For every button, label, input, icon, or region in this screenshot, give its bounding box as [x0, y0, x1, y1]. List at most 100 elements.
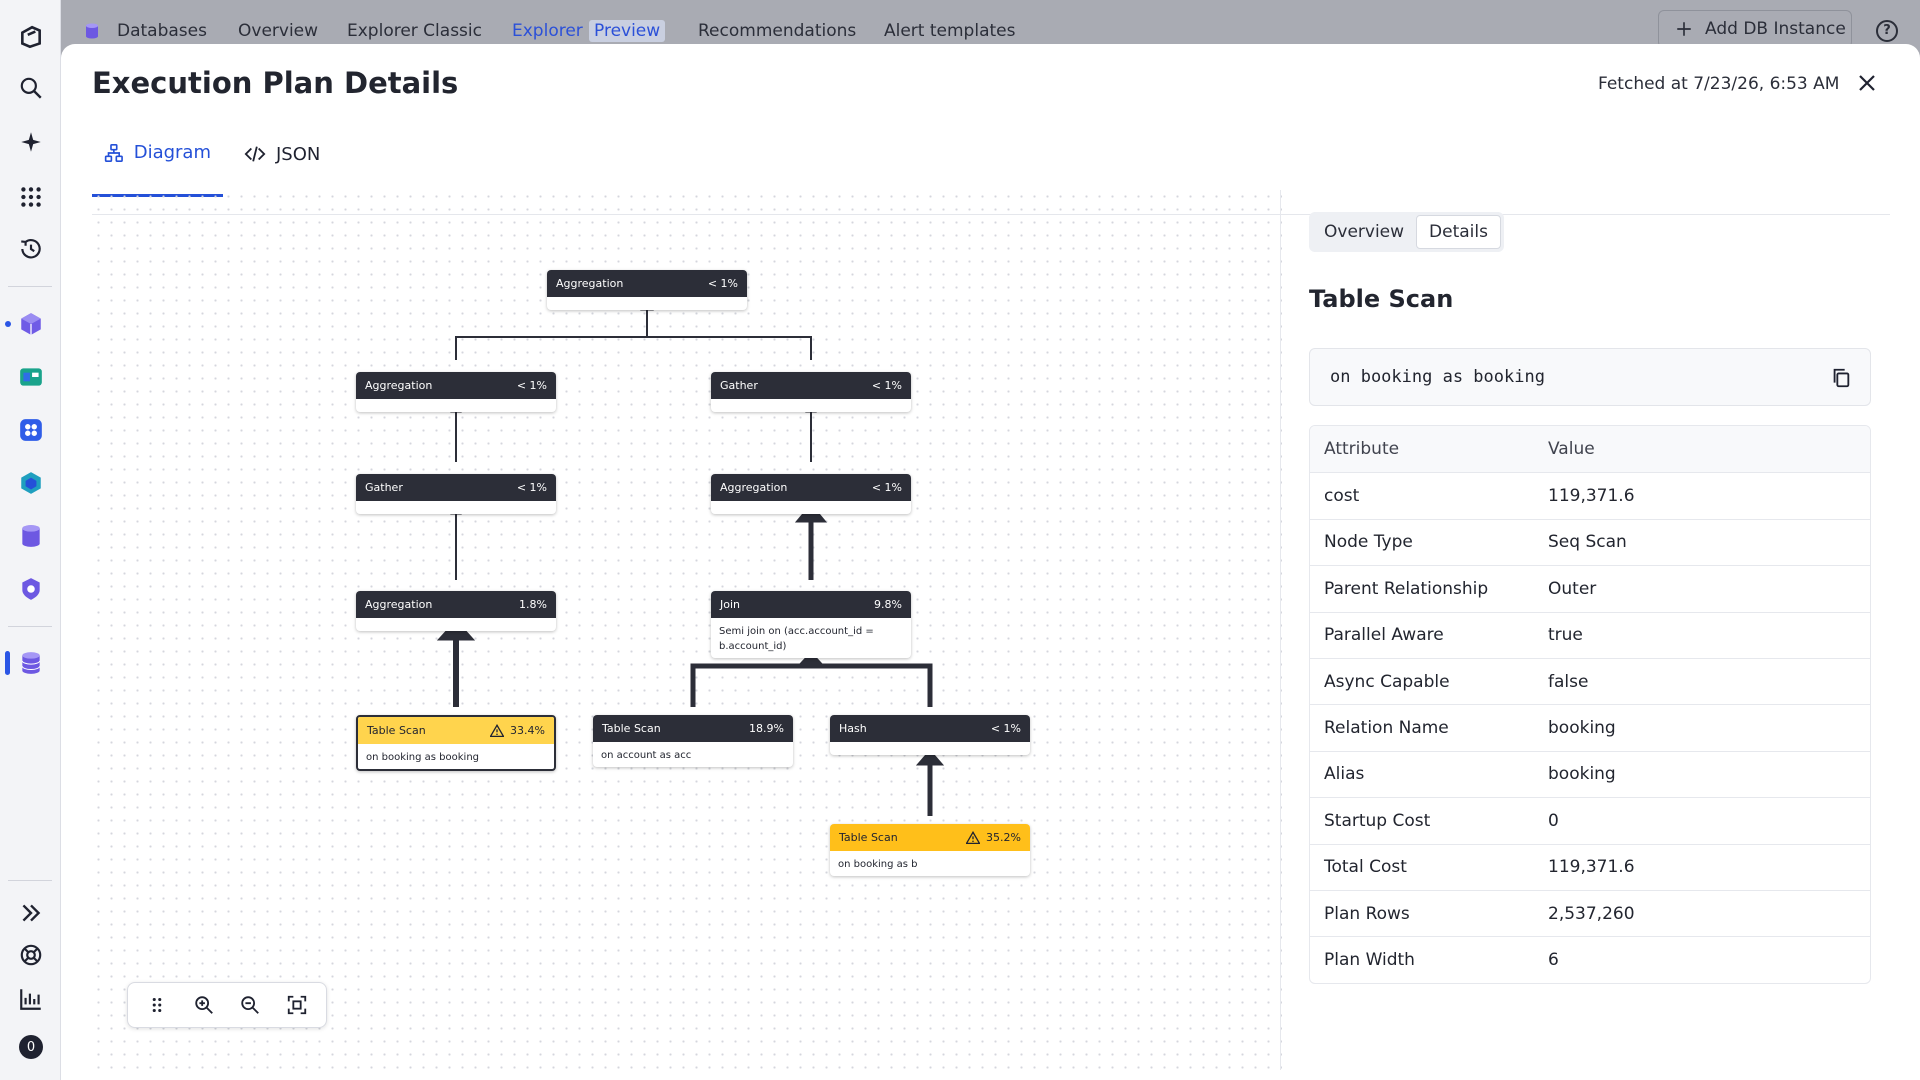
table-header-row: Attribute Value [1310, 426, 1870, 473]
node-detail: on booking as booking [366, 752, 480, 763]
add-db-instance-label: Add DB Instance [1705, 19, 1846, 39]
node-pct: < 1% [516, 481, 547, 494]
attribute-value: booking [1548, 718, 1616, 739]
warning-icon [966, 831, 981, 844]
table-row: Parent Relationship Outer [1310, 565, 1870, 611]
attribute-name: Parallel Aware [1324, 625, 1444, 646]
node-pct: < 1% [516, 379, 547, 392]
table-row: cost 119,371.6 [1310, 472, 1870, 518]
plan-node-table-scan[interactable]: Table Scan 18.9% on account as acc [593, 715, 793, 767]
node-pct: < 1% [871, 481, 902, 494]
table-row: Parallel Aware true [1310, 611, 1870, 658]
search-icon[interactable] [14, 71, 48, 105]
attribute-name: cost [1324, 486, 1360, 507]
segment-details[interactable]: Details [1416, 215, 1501, 249]
add-db-instance-button[interactable]: Add DB Instance [1658, 10, 1852, 48]
plan-node-table-scan-selected[interactable]: Table Scan 33.4% on booking as booking [356, 715, 556, 771]
cube-app-icon[interactable] [14, 307, 48, 341]
nav-recommendations[interactable]: Recommendations [698, 21, 856, 41]
node-label: Gather [365, 481, 403, 494]
zoom-in-icon[interactable] [187, 988, 221, 1022]
node-pct: < 1% [990, 722, 1021, 735]
rail-divider [8, 880, 52, 881]
nav-explorer-classic[interactable]: Explorer Classic [347, 21, 482, 41]
expand-rail-icon[interactable] [14, 896, 48, 930]
shield-app-icon[interactable] [14, 572, 48, 606]
app-logo-icon[interactable] [14, 20, 48, 54]
modal-title: Execution Plan Details [92, 66, 459, 100]
plan-node-aggregation[interactable]: Aggregation 1.8% [356, 591, 556, 631]
attribute-value: 119,371.6 [1548, 486, 1635, 507]
support-icon[interactable] [14, 938, 48, 972]
node-label: Aggregation [720, 481, 788, 494]
panel-segmented-control: Overview Details [1309, 212, 1504, 252]
plan-node-join[interactable]: Join 9.8% Semi join on (acc.account_id = … [711, 591, 911, 658]
plan-node-aggregation-root[interactable]: Aggregation < 1% [547, 270, 747, 310]
plan-node-table-scan[interactable]: Table Scan 35.2% on booking as b [830, 824, 1030, 876]
rail-divider [8, 626, 52, 627]
fetched-timestamp: Fetched at 7/23/26, 6:53 AM [1598, 74, 1840, 94]
node-pct: 33.4% [510, 724, 545, 737]
attribute-name: Alias [1324, 764, 1365, 785]
node-label: Join [720, 598, 741, 611]
node-code-text: on booking as booking [1330, 367, 1545, 387]
user-avatar[interactable]: 0 [14, 1030, 48, 1064]
fit-view-icon[interactable] [280, 988, 314, 1022]
history-icon[interactable] [14, 232, 48, 266]
plan-node-aggregation[interactable]: Aggregation < 1% [356, 372, 556, 412]
tab-diagram[interactable]: Diagram [92, 111, 223, 197]
sparkle-icon[interactable] [14, 125, 48, 159]
node-pct: < 1% [707, 277, 738, 290]
databases-app-icon[interactable] [14, 646, 48, 680]
copy-icon[interactable] [1830, 367, 1852, 389]
segment-overview[interactable]: Overview [1312, 215, 1416, 249]
database-app-icon[interactable] [14, 519, 48, 553]
node-label: Aggregation [556, 277, 624, 290]
nav-databases[interactable]: Databases [117, 21, 207, 41]
node-label: Aggregation [365, 379, 433, 392]
nav-overview[interactable]: Overview [238, 21, 318, 41]
diagram-icon [104, 143, 123, 162]
nav-alert-templates[interactable]: Alert templates [884, 21, 1015, 41]
node-pct: 18.9% [749, 722, 784, 735]
kubernetes-app-icon[interactable] [14, 466, 48, 500]
services-app-icon[interactable] [14, 413, 48, 447]
plan-node-hash[interactable]: Hash < 1% [830, 715, 1030, 755]
plan-node-gather[interactable]: Gather < 1% [711, 372, 911, 412]
apps-grid-icon[interactable] [14, 180, 48, 214]
node-label: Aggregation [365, 598, 433, 611]
close-icon[interactable] [1855, 71, 1879, 95]
app-rail: 0 [0, 0, 61, 1080]
plan-connectors [436, 298, 945, 816]
attribute-name: Total Cost [1324, 857, 1407, 878]
panel-title: Table Scan [1309, 285, 1454, 313]
node-pct: 1.8% [519, 598, 547, 611]
analytics-icon[interactable] [14, 982, 48, 1016]
attribute-name: Plan Width [1324, 949, 1415, 970]
table-row: Plan Rows 2,537,260 [1310, 889, 1870, 936]
table-row: Alias booking [1310, 750, 1870, 797]
table-row: Relation Name booking [1310, 704, 1870, 750]
plan-node-aggregation[interactable]: Aggregation < 1% [711, 474, 911, 514]
dashboard-app-icon[interactable] [14, 360, 48, 394]
drag-handle-icon[interactable] [140, 988, 174, 1022]
attribute-name: Node Type [1324, 532, 1413, 553]
node-label: Table Scan [839, 831, 898, 844]
table-row: Plan Width 6 [1310, 936, 1870, 982]
attributes-table: Attribute Value cost 119,371.6 Node Type Se… [1309, 425, 1871, 984]
help-icon[interactable]: ? [1876, 20, 1898, 42]
zoom-out-icon[interactable] [233, 988, 267, 1022]
plan-node-gather[interactable]: Gather < 1% [356, 474, 556, 514]
tab-json[interactable]: JSON [232, 111, 332, 197]
nav-explorer[interactable]: Explorer [512, 21, 583, 41]
code-icon [244, 146, 266, 162]
diagram-toolbar [127, 982, 327, 1028]
node-pct: 35.2% [986, 831, 1021, 844]
attribute-name: Relation Name [1324, 718, 1449, 739]
plan-diagram-canvas[interactable]: Aggregation < 1% Aggregation < 1% Gather < … [92, 190, 1282, 1070]
node-detail: Semi join on (acc.account_id = b.account… [719, 626, 874, 652]
table-row: Total Cost 119,371.6 [1310, 843, 1870, 890]
plus-icon [1677, 22, 1691, 36]
node-detail: on booking as b [838, 859, 918, 870]
node-label: Table Scan [367, 724, 426, 737]
